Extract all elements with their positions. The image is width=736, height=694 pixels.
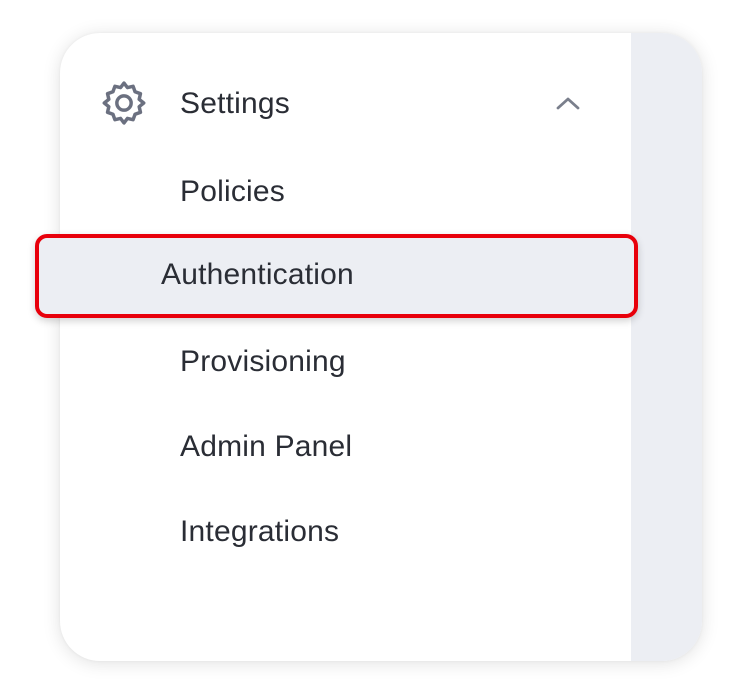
chevron-up-icon bbox=[556, 97, 580, 110]
gear-icon bbox=[102, 81, 146, 125]
sidebar-item-authentication[interactable]: Authentication bbox=[35, 234, 638, 318]
settings-section-label: Settings bbox=[180, 87, 290, 120]
sidebar-item-policies[interactable]: Policies bbox=[180, 173, 285, 211]
sidebar-item-authentication-label: Authentication bbox=[161, 258, 354, 291]
sidebar-item-integrations[interactable]: Integrations bbox=[180, 513, 339, 551]
sidebar-item-provisioning[interactable]: Provisioning bbox=[180, 343, 346, 381]
content-panel bbox=[631, 33, 702, 661]
settings-section-toggle[interactable]: Settings bbox=[60, 71, 631, 137]
sidebar-item-admin-panel[interactable]: Admin Panel bbox=[180, 428, 352, 466]
settings-sidebar-card: Settings Policies Provisioning Admin Pan… bbox=[60, 33, 702, 661]
